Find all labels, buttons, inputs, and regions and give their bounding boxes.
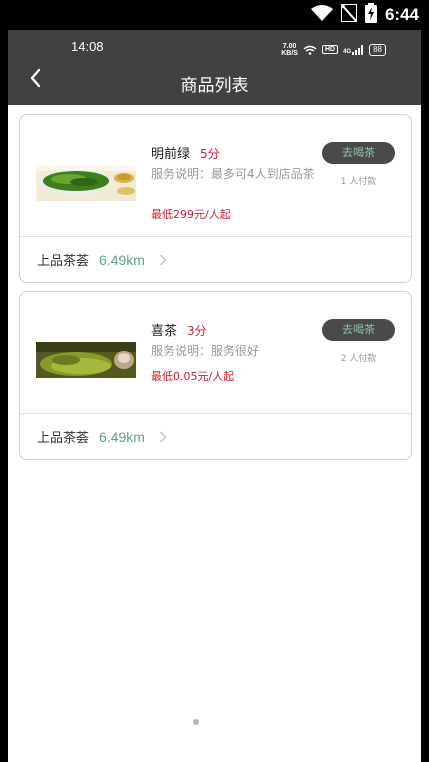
shop-name: 上品茶荟 — [37, 431, 90, 446]
product-price: 最低0.05元/人起 — [151, 370, 235, 383]
hd-badge: HD — [321, 45, 339, 54]
inner-status-bar: 14:08 7.00 KB/S HD 4G 88 — [8, 38, 421, 58]
shop-distance: 6.49km — [99, 251, 145, 268]
product-card[interactable]: 喜茶 3分 服务说明：服务很好 最低0.05元/人起 去喝茶 2 人付款 上品茶荟… — [19, 291, 412, 460]
chevron-right-icon — [159, 430, 167, 443]
app-header: 14:08 7.00 KB/S HD 4G 88 商品列表 — [8, 30, 421, 105]
inner-status-icons: 7.00 KB/S HD 4G 88 — [281, 40, 386, 59]
shop-link[interactable]: 上品茶荟 6.49km — [20, 237, 411, 282]
wifi-icon — [303, 40, 317, 59]
product-score: 5分 — [200, 147, 220, 161]
paid-count: 1 人付款 — [340, 177, 377, 187]
shop-name: 上品茶荟 — [37, 254, 90, 269]
product-description: 服务说明：最多可4人到店品茶 — [151, 167, 315, 181]
network-speed-unit: KB/S — [281, 49, 298, 57]
signal-label: 4G — [343, 48, 352, 55]
system-status-bar: 6:44 — [0, 0, 429, 30]
app-screen: 14:08 7.00 KB/S HD 4G 88 商品列表 明前绿 5分 服务说… — [8, 30, 421, 762]
system-status-icons: 6:44 — [310, 3, 419, 27]
signal-icon: 4G — [343, 44, 364, 55]
battery-charging-icon — [364, 3, 377, 27]
product-image — [36, 342, 136, 378]
product-name-text: 喜茶 — [151, 324, 178, 339]
go-drink-tea-button[interactable]: 去喝茶 — [322, 142, 395, 164]
page-indicator-dot — [193, 719, 199, 725]
product-price: 最低299元/人起 — [151, 208, 231, 221]
inner-clock: 14:08 — [71, 39, 104, 54]
shop-distance: 6.49km — [99, 428, 145, 445]
product-card[interactable]: 明前绿 5分 服务说明：最多可4人到店品茶 最低299元/人起 去喝茶 1 人付款… — [19, 114, 412, 283]
chevron-right-icon — [159, 253, 167, 266]
system-clock: 6:44 — [384, 5, 419, 24]
network-speed-value: 7.00 — [282, 42, 297, 50]
product-name-text: 明前绿 — [151, 147, 191, 162]
product-description: 服务说明：服务很好 — [151, 344, 260, 358]
battery-level: 88 — [369, 43, 386, 56]
product-name: 喜茶 3分 — [151, 320, 207, 339]
page-title: 商品列表 — [180, 76, 249, 96]
paid-count: 2 人付款 — [340, 354, 377, 364]
product-image — [36, 165, 136, 201]
shop-link[interactable]: 上品茶荟 6.49km — [20, 414, 411, 459]
no-sim-icon — [339, 3, 358, 26]
product-name: 明前绿 5分 — [151, 143, 220, 162]
wifi-icon — [310, 5, 333, 25]
network-speed: 7.00 KB/S — [281, 43, 298, 57]
product-score: 3分 — [187, 324, 207, 338]
go-drink-tea-button[interactable]: 去喝茶 — [322, 319, 395, 341]
